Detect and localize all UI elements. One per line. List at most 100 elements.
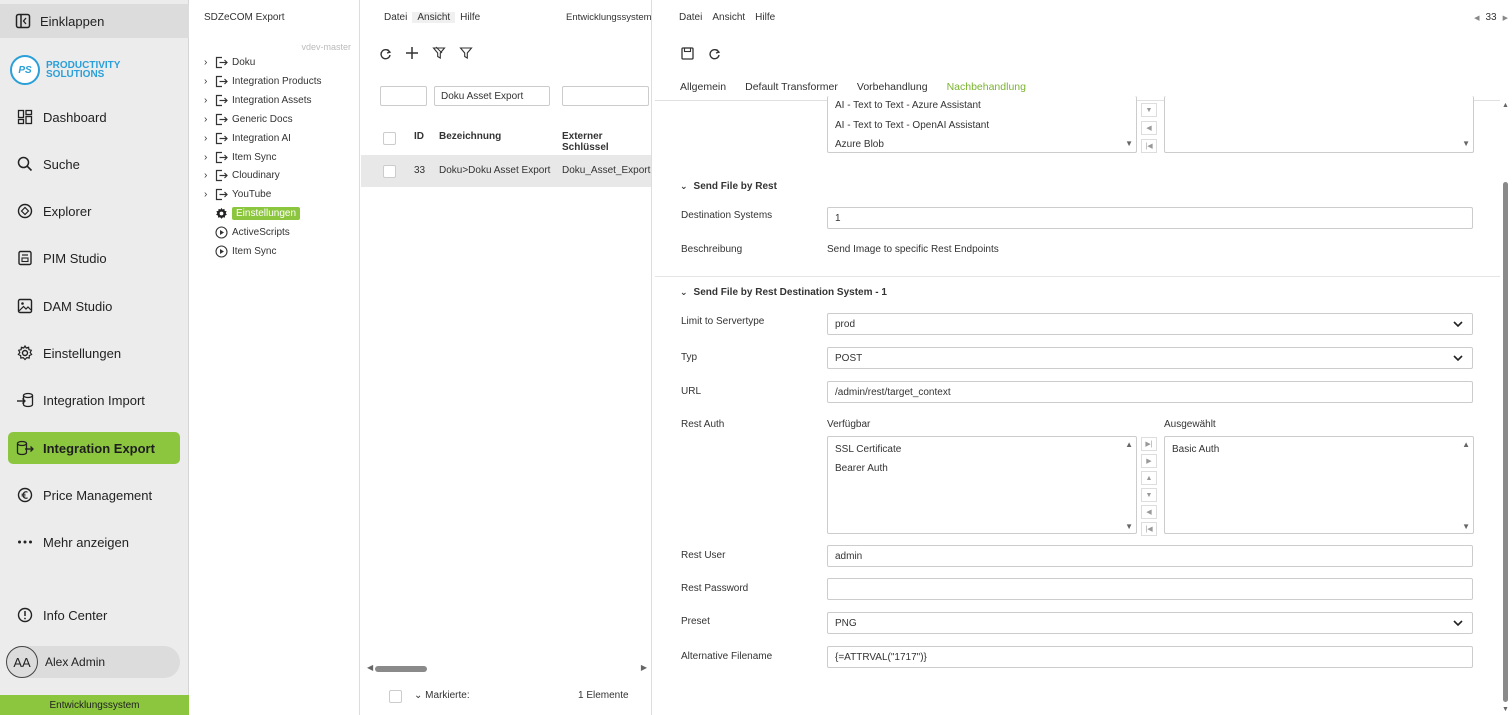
selected-list-top[interactable]: ▼ [1164,96,1474,153]
move-right-icon[interactable]: ▶ [1141,454,1157,468]
section-send-file-by-rest[interactable]: ⌄ Send File by Rest [680,181,777,192]
nav-item-mehr-anzeigen[interactable]: Mehr anzeigen [8,526,180,558]
chevron-right-icon[interactable]: › [204,114,214,125]
scroll-down-icon[interactable]: ▼ [1125,139,1133,148]
tree-item[interactable]: Item Sync [214,242,276,260]
menu-ansicht[interactable]: Ansicht [707,12,750,23]
add-icon[interactable] [404,45,420,61]
move-left-icon[interactable]: ◀ [1141,505,1157,519]
move-left-icon[interactable]: ◀ [1141,121,1157,135]
nav-item-dam-studio[interactable]: DAM Studio [8,290,180,322]
nav-item-suche[interactable]: Suche [8,148,180,180]
tab-allgemein[interactable]: Allgemein [680,81,726,101]
tree-item[interactable]: › Item Sync [204,148,276,166]
tree-item[interactable]: › Doku [204,53,255,71]
scroll-up-icon[interactable]: ▲ [1502,102,1509,109]
available-list-top[interactable]: AI - Text to Text - Azure Assistant AI -… [827,96,1137,153]
chevron-right-icon[interactable]: › [204,76,214,87]
scrollbar-thumb[interactable] [375,666,427,672]
key-filter-input[interactable] [562,86,649,106]
vertical-scrollbar[interactable]: ▲ ▼ [1499,100,1512,715]
move-down-icon[interactable]: ▼ [1141,103,1157,117]
column-header-name[interactable]: Bezeichnung [439,131,501,142]
tree-item-selected[interactable]: Einstellungen [214,204,301,222]
nav-item-dashboard[interactable]: Dashboard [8,101,180,133]
move-down-icon[interactable]: ▼ [1141,488,1157,502]
tree-item[interactable]: › Cloudinary [204,166,280,184]
tab-default-transformer[interactable]: Default Transformer [745,81,838,101]
tree-item[interactable]: ActiveScripts [214,223,290,241]
tree-item[interactable]: › Generic Docs [204,110,293,128]
menu-hilfe[interactable]: Hilfe [455,12,485,23]
nav-item-pim-studio[interactable]: PIM Studio [8,242,180,274]
nav-item-price-management[interactable]: Price Management [8,479,180,511]
chevron-right-icon[interactable]: › [204,57,214,68]
move-all-left-icon[interactable]: |◀ [1141,522,1157,536]
chevron-right-icon[interactable]: › [204,133,214,144]
column-header-key[interactable]: Externer Schlüssel [562,131,651,153]
next-record-icon[interactable]: ▶ [1503,14,1508,22]
destination-systems-input[interactable]: 1 [827,207,1473,229]
filter-icon[interactable] [458,45,474,61]
menu-hilfe[interactable]: Hilfe [750,12,780,23]
row-checkbox[interactable] [383,165,396,178]
column-header-id[interactable]: ID [414,131,424,142]
selected-auth-list[interactable]: Basic Auth ▲ ▼ [1164,436,1474,534]
list-item[interactable]: Basic Auth [1172,444,1219,455]
chevron-right-icon[interactable]: › [204,95,214,106]
chevron-right-icon[interactable]: › [204,189,214,200]
servertype-select[interactable]: prod [827,313,1473,335]
move-all-left-icon[interactable]: |◀ [1141,139,1157,153]
rest-user-input[interactable]: admin [827,545,1473,567]
menu-datei[interactable]: Datei [379,12,412,23]
scroll-down-icon[interactable]: ▼ [1125,522,1133,531]
scrollbar-thumb[interactable] [1503,182,1508,702]
refresh-icon[interactable] [377,46,393,62]
refresh-icon[interactable] [706,46,722,62]
tree-item[interactable]: › Integration Products [204,72,322,90]
move-all-right-icon[interactable]: ▶| [1141,437,1157,451]
nav-item-info-center[interactable]: Info Center [8,599,180,631]
scroll-left-icon[interactable]: ◀ [367,663,373,672]
tree-item[interactable]: › Integration AI [204,129,291,147]
scroll-down-icon[interactable]: ▼ [1462,139,1470,148]
tree-item[interactable]: › YouTube [204,185,271,203]
menu-datei[interactable]: Datei [674,12,707,23]
horizontal-scrollbar[interactable]: ◀ ▶ [367,663,647,673]
menu-ansicht[interactable]: Ansicht [412,12,456,23]
scroll-down-icon[interactable]: ▼ [1462,522,1470,531]
nav-item-integration-import[interactable]: Integration Import [8,384,180,416]
url-input[interactable]: /admin/rest/target_context [827,381,1473,403]
list-item[interactable]: Bearer Auth [835,463,888,474]
select-all-checkbox[interactable] [383,132,396,145]
chevron-right-icon[interactable]: › [204,170,214,181]
save-icon[interactable] [679,45,695,61]
typ-select[interactable]: POST [827,347,1473,369]
list-item[interactable]: SSL Certificate [835,444,901,455]
user-menu[interactable]: AA Alex Admin [6,646,180,678]
name-filter-input[interactable]: Doku Asset Export [434,86,550,106]
alt-filename-input[interactable]: {=ATTRVAL("1717")} [827,646,1473,668]
scroll-up-icon[interactable]: ▲ [1462,440,1470,449]
chevron-right-icon[interactable]: › [204,152,214,163]
footer-checkbox[interactable] [389,690,402,703]
id-filter-input[interactable] [380,86,427,106]
nav-item-integration-export[interactable]: Integration Export [8,432,180,464]
prev-record-icon[interactable]: ◀ [1474,14,1479,22]
nav-item-einstellungen[interactable]: Einstellungen [8,337,180,369]
preset-select[interactable]: PNG [827,612,1473,634]
footer-marked[interactable]: ⌄ Markierte: [414,690,470,701]
list-item[interactable]: AI - Text to Text - OpenAI Assistant [835,120,989,131]
nav-item-explorer[interactable]: Explorer [8,195,180,227]
available-auth-list[interactable]: SSL Certificate Bearer Auth ▲ ▼ [827,436,1137,534]
section-destination-system[interactable]: ⌄ Send File by Rest Destination System - … [680,287,887,298]
list-item[interactable]: Azure Blob [835,139,884,150]
filter-clear-icon[interactable] [431,45,447,61]
rest-password-input[interactable] [827,578,1473,600]
tree-item[interactable]: › Integration Assets [204,91,312,109]
scroll-right-icon[interactable]: ▶ [641,663,647,672]
scroll-down-icon[interactable]: ▼ [1502,706,1509,713]
scroll-up-icon[interactable]: ▲ [1125,440,1133,449]
collapse-button[interactable]: Einklappen [0,4,189,38]
list-item[interactable]: AI - Text to Text - Azure Assistant [835,100,981,111]
